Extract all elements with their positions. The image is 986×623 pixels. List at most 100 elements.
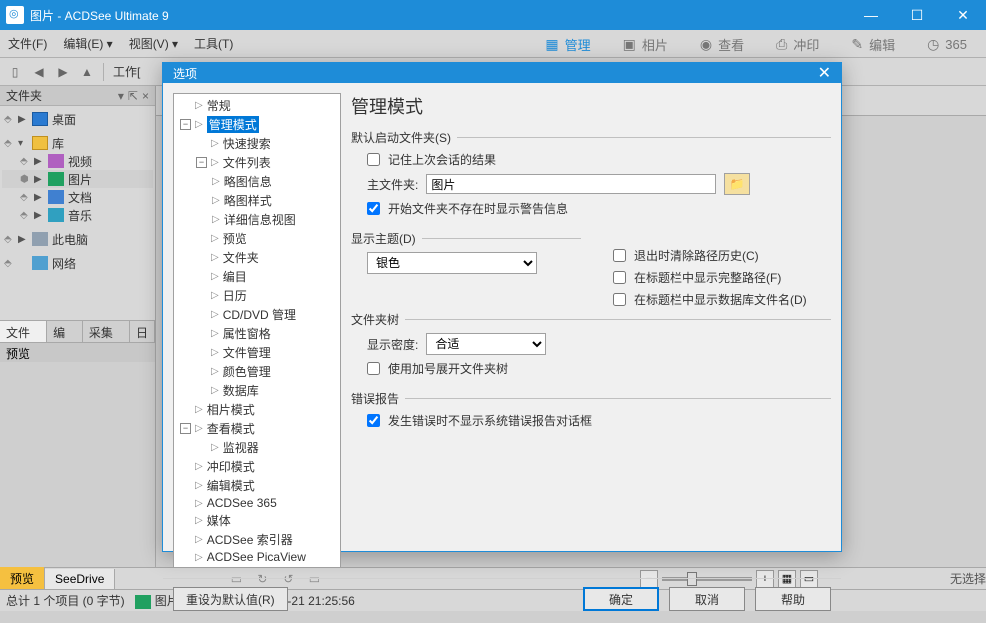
tree-item-general[interactable]: ▷常规 (176, 96, 338, 115)
collapse-icon[interactable]: − (180, 119, 191, 130)
tree-item-media[interactable]: ▷媒体 (176, 511, 338, 530)
workspace-label: 工作[ (113, 63, 140, 80)
row-clear-history: 退出时清除路径历史(C) (613, 247, 831, 264)
plus-expand-checkbox[interactable] (367, 362, 380, 375)
tree-item-photomode[interactable]: ▷相片模式 (176, 400, 338, 419)
maximize-button[interactable]: ☐ (894, 0, 940, 30)
tree-item-manage-mode[interactable]: −▷管理模式 (176, 115, 338, 134)
tree-thispc[interactable]: ⬘▶此电脑 (2, 230, 153, 248)
tree-documents[interactable]: ⬘▶文档 (2, 188, 153, 206)
group-label: 错误报告 (351, 390, 405, 407)
music-icon (48, 208, 64, 222)
mainfolder-input[interactable] (426, 174, 716, 194)
sidetab-day[interactable]: 日 (130, 321, 155, 342)
tree-item-filelist[interactable]: −▷文件列表 (176, 153, 338, 172)
tree-item-thumbstyle[interactable]: ▷略图样式 (176, 191, 338, 210)
tree-video[interactable]: ⬘▶视频 (2, 152, 153, 170)
bottomtab-seedrive[interactable]: SeeDrive (45, 569, 115, 589)
page-icon: ▷ (211, 252, 219, 263)
tree-item-detailview[interactable]: ▷详细信息视图 (176, 210, 338, 229)
tree-item-picaview[interactable]: ▷ACDSee PicaView (176, 549, 338, 565)
browse-folder-button[interactable]: 📁 (724, 173, 750, 195)
page-icon: ▷ (212, 214, 220, 225)
tree-item-database[interactable]: ▷数据库 (176, 381, 338, 400)
collapse-icon[interactable]: − (180, 423, 191, 434)
nav-tool-1[interactable]: ▯ (4, 61, 26, 83)
document-icon (48, 190, 64, 204)
pin-icon: ⬘ (4, 258, 14, 269)
sidebar-close-icon[interactable]: × (142, 89, 149, 103)
tree-library[interactable]: ⬘▾库 (2, 134, 153, 152)
options-tree[interactable]: ▷常规 −▷管理模式 ▷快速搜索 −▷文件列表 ▷略图信息 ▷略图样式 ▷详细信… (174, 94, 340, 567)
nav-up[interactable]: ▲ (76, 61, 98, 83)
help-button[interactable]: 帮助 (755, 587, 831, 611)
bottomtab-preview[interactable]: 预览 (0, 567, 45, 590)
density-select[interactable]: 合适 (426, 333, 546, 355)
monitor-icon (32, 112, 48, 126)
tree-item-thumbinfo[interactable]: ▷略图信息 (176, 172, 338, 191)
theme-select[interactable]: 银色 (367, 252, 537, 274)
tree-item-printmode[interactable]: ▷冲印模式 (176, 457, 338, 476)
fullpath-checkbox[interactable] (613, 271, 626, 284)
tree-item-attrpane[interactable]: ▷属性窗格 (176, 324, 338, 343)
computer-icon (32, 232, 48, 246)
tab-365[interactable]: ◷365 (911, 30, 983, 58)
tree-music[interactable]: ⬘▶音乐 (2, 206, 153, 224)
tab-photo[interactable]: ▣相片 (607, 30, 684, 58)
preview-header: 预览 (0, 342, 155, 362)
hide-error-label: 发生错误时不显示系统错误报告对话框 (388, 412, 592, 429)
tree-desktop[interactable]: ⬘▶桌面 (2, 110, 153, 128)
reset-defaults-button[interactable]: 重设为默认值(R) (173, 587, 288, 611)
menu-view[interactable]: 视图(V) ▾ (121, 31, 186, 56)
row-density: 显示密度: 合适 (367, 333, 827, 355)
minimize-button[interactable]: — (848, 0, 894, 30)
menu-edit[interactable]: 编辑(E) ▾ (55, 31, 120, 56)
tree-item-editmode[interactable]: ▷编辑模式 (176, 476, 338, 495)
clear-history-checkbox[interactable] (613, 249, 626, 262)
tree-item-acd365[interactable]: ▷ACDSee 365 (176, 495, 338, 511)
tab-print[interactable]: ⎙冲印 (760, 30, 835, 58)
tree-item-monitor[interactable]: ▷监视器 (176, 438, 338, 457)
close-button[interactable]: ✕ (940, 0, 986, 30)
sidebar-pin-icon[interactable]: ⇱ (128, 89, 138, 103)
row-mainfolder: 主文件夹: 📁 (367, 173, 827, 195)
hide-error-checkbox[interactable] (367, 414, 380, 427)
tab-view[interactable]: ◉查看 (684, 30, 760, 58)
remember-last-checkbox[interactable] (367, 153, 380, 166)
page-icon: ▷ (212, 176, 220, 187)
collapse-icon[interactable]: − (196, 157, 207, 168)
tree-pictures[interactable]: ⬢▶图片 (2, 170, 153, 188)
eye-icon: ◉ (700, 36, 712, 53)
tab-edit[interactable]: ✎编辑 (835, 30, 911, 58)
group-label: 显示主题(D) (351, 230, 422, 247)
nav-back[interactable]: ◀ (28, 61, 50, 83)
photo-icon: ▣ (623, 36, 636, 53)
group-theme: 显示主题(D) 银色 (351, 238, 581, 289)
dbfilename-checkbox[interactable] (613, 293, 626, 306)
tree-item-indexer[interactable]: ▷ACDSee 索引器 (176, 530, 338, 549)
tree-item-quicksearch[interactable]: ▷快速搜索 (176, 134, 338, 153)
page-icon: ▷ (195, 552, 203, 563)
tree-item-filemgmt[interactable]: ▷文件管理 (176, 343, 338, 362)
tree-item-viewmode[interactable]: −▷查看模式 (176, 419, 338, 438)
tree-item-colormgmt[interactable]: ▷颜色管理 (176, 362, 338, 381)
warn-missing-checkbox[interactable] (367, 202, 380, 215)
tree-item-folders[interactable]: ▷文件夹 (176, 248, 338, 267)
menu-tools[interactable]: 工具(T) (186, 31, 241, 56)
tree-item-cddvd[interactable]: ▷CD/DVD 管理 (176, 305, 338, 324)
tree-item-preview[interactable]: ▷预览 (176, 229, 338, 248)
sidebar-dropdown-icon[interactable]: ▾ (118, 89, 124, 103)
menu-file[interactable]: 文件(F) (0, 31, 55, 56)
dialog-close-button[interactable]: ✕ (818, 63, 831, 83)
nav-forward[interactable]: ▶ (52, 61, 74, 83)
tree-network[interactable]: ⬘网络 (2, 254, 153, 272)
tree-item-calendar[interactable]: ▷日历 (176, 286, 338, 305)
cancel-button[interactable]: 取消 (669, 587, 745, 611)
ok-button[interactable]: 确定 (583, 587, 659, 611)
sidetab-folder[interactable]: 文件夹 (0, 321, 47, 342)
tab-manage[interactable]: ▦管理 (529, 30, 606, 58)
tree-item-catalog[interactable]: ▷编目 (176, 267, 338, 286)
row-remember-last: 记住上次会话的结果 (367, 151, 827, 168)
sidetab-catalog[interactable]: 编目 (47, 321, 83, 342)
sidetab-collect[interactable]: 采集夹 (83, 321, 130, 342)
